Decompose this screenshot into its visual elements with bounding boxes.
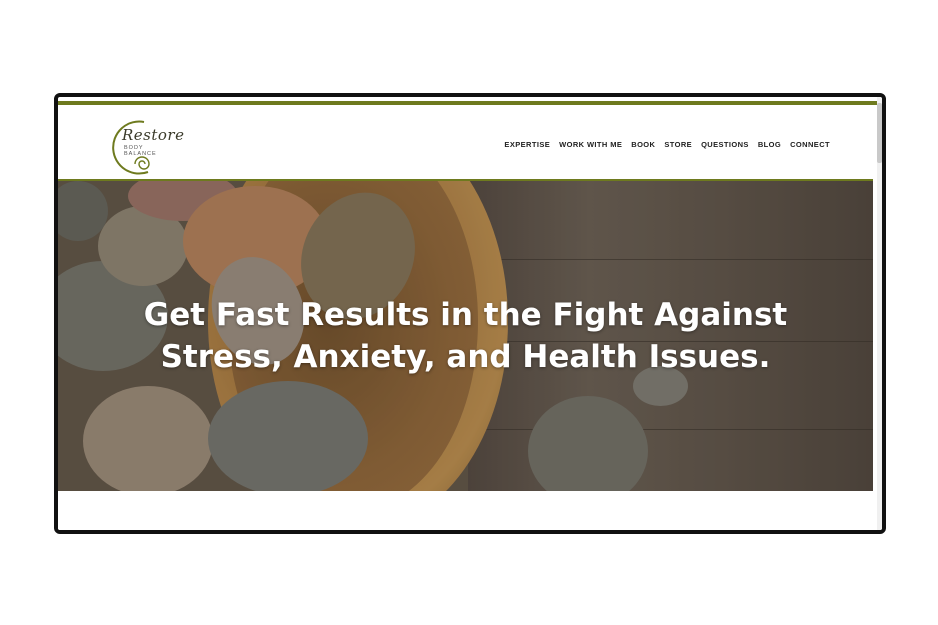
nav-item-book[interactable]: BOOK (631, 140, 655, 149)
hero-headline-line-2: Stress, Anxiety, and Health Issues. (160, 339, 771, 375)
logo-tagline: BODY BALANCE (124, 145, 157, 157)
nav-item-connect[interactable]: CONNECT (790, 140, 830, 149)
nav-item-blog[interactable]: BLOG (758, 140, 781, 149)
hero-banner: Get Fast Results in the Fight Against St… (58, 179, 873, 493)
hero-headline-line-1: Get Fast Results in the Fight Against (143, 297, 788, 333)
nav-item-store[interactable]: STORE (664, 140, 692, 149)
scrollbar-thumb[interactable] (877, 103, 882, 163)
nav-item-questions[interactable]: QUESTIONS (701, 140, 749, 149)
nav-item-work-with-me[interactable]: WORK WITH ME (559, 140, 622, 149)
site-logo[interactable]: Restore BODY BALANCE (108, 116, 184, 176)
logo-name: Restore (122, 126, 185, 144)
content-area-below-hero (58, 491, 873, 530)
scrollbar[interactable] (877, 97, 882, 530)
nav-item-expertise[interactable]: EXPERTISE (504, 140, 550, 149)
site-header: Restore BODY BALANCE EXPERTISE WORK WITH… (58, 105, 882, 181)
browser-frame: Restore BODY BALANCE EXPERTISE WORK WITH… (54, 93, 886, 534)
main-nav: EXPERTISE WORK WITH ME BOOK STORE QUESTI… (504, 140, 830, 149)
